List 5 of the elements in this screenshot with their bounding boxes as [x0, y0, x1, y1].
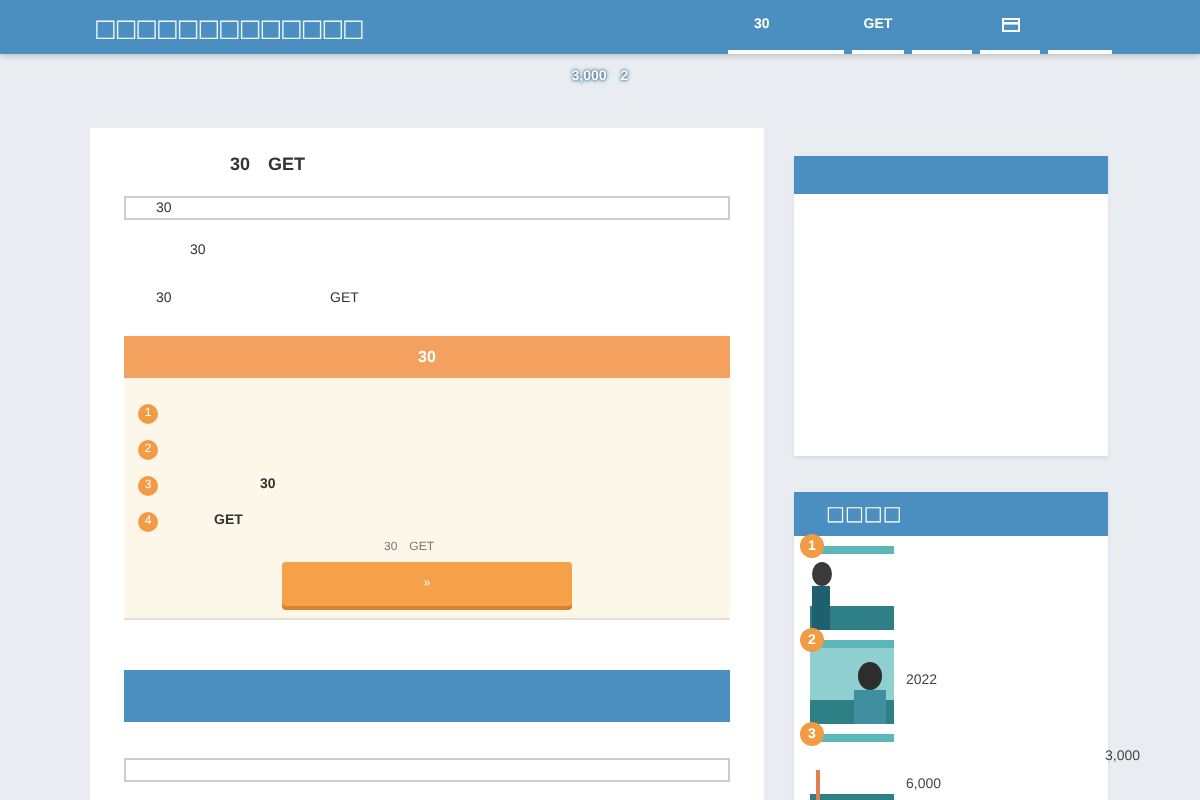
card-icon — [1001, 18, 1019, 32]
widget-title: □□□□ — [826, 503, 902, 525]
site-title[interactable]: □□□□□□□□□□□□□ — [94, 13, 363, 41]
article-title: 30 GET — [230, 152, 308, 176]
callout-heading: 30 — [124, 336, 730, 378]
